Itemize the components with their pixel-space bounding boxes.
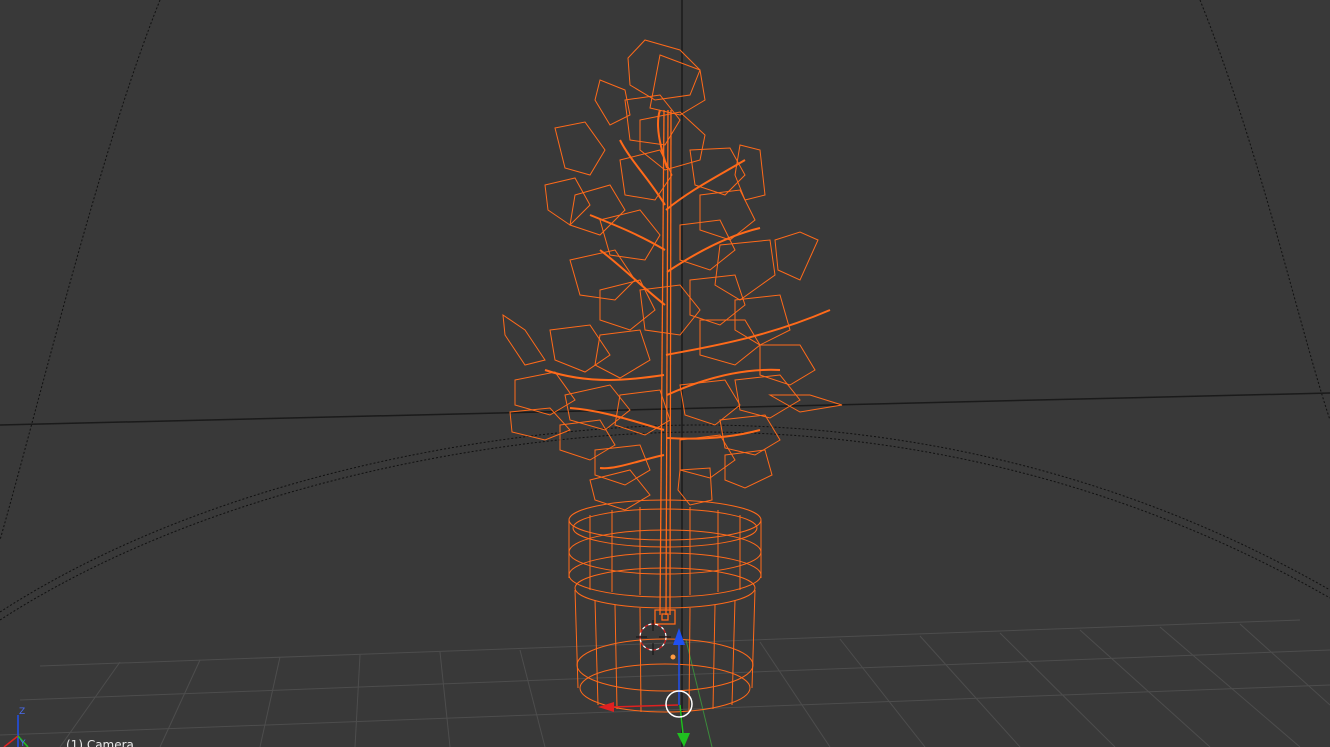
- camera-frame-icon: [0, 0, 1330, 621]
- gizmo-x-axis[interactable]: [611, 704, 679, 708]
- 3d-viewport[interactable]: Z Y (1) Camera: [0, 0, 1330, 747]
- leaves-mesh: [502, 39, 843, 511]
- axis-y-label: Y: [19, 739, 26, 747]
- view-name-label: (1) Camera: [66, 738, 134, 747]
- plant-wireframe[interactable]: [502, 39, 843, 713]
- viewport-scene[interactable]: Z Y: [0, 0, 1330, 747]
- orientation-axes-icon: Z Y: [3, 707, 29, 747]
- pot-mesh: [568, 499, 762, 713]
- object-origin: [670, 654, 676, 660]
- gizmo-z-arrow[interactable]: [673, 628, 685, 645]
- transform-gizmo[interactable]: [598, 628, 693, 747]
- horizon-line: [0, 392, 1330, 426]
- axis-z-label: Z: [19, 707, 25, 717]
- gizmo-y-arrow[interactable]: [677, 733, 690, 747]
- 3d-cursor-icon[interactable]: [636, 620, 671, 655]
